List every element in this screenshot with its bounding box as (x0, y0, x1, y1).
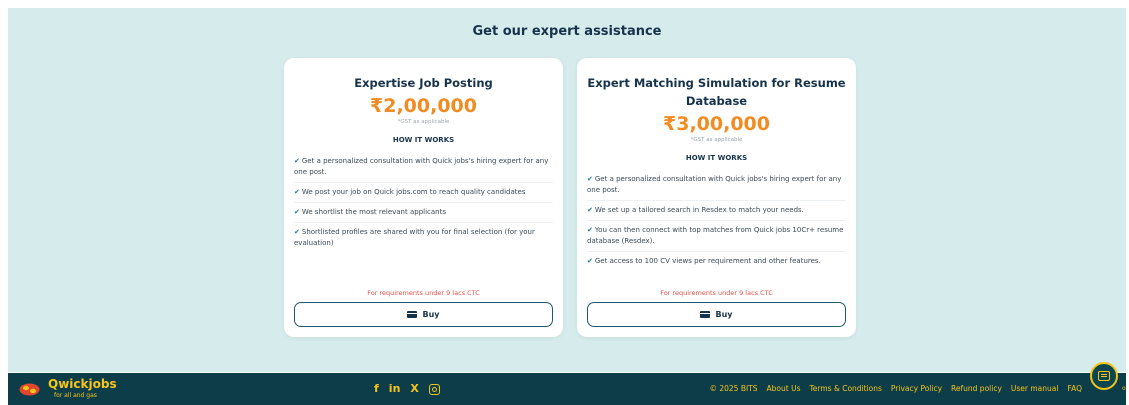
facebook-icon[interactable]: f (374, 382, 379, 396)
requirement-note: For requirements under 9 lacs CTC (367, 289, 480, 297)
instagram-icon[interactable] (428, 383, 440, 395)
buy-label: Buy (422, 310, 440, 319)
plan-card-job-posting: Expertise Job Posting ₹2,00,000 *GST as … (284, 58, 563, 337)
feature-item: ✔ Get a personalized consultation with Qu… (587, 170, 846, 201)
plan-card-resume-database: Expert Matching Simulation for Resume Da… (577, 58, 856, 337)
footer-link-terms[interactable]: Terms & Conditions (810, 384, 882, 393)
footer-link-about[interactable]: About Us (767, 384, 801, 393)
section-title: Get our expert assistance (472, 24, 662, 39)
card-title: Expert Matching Simulation for Resume Da… (587, 76, 846, 108)
credit-card-icon (407, 311, 418, 318)
qwickjobs-logo-icon[interactable] (19, 383, 40, 396)
footer-links: © 2025 BITS About Us Terms & Conditions … (709, 384, 1082, 393)
card-price: ₹3,00,000 (663, 113, 770, 135)
feature-item: ✔ Get a personalized consultation with Qu… (294, 152, 553, 183)
feature-item: ✔ You can then connect with top matches f… (587, 221, 846, 252)
feature-item: ✔ We post your job on Quick jobs.com to r… (294, 183, 553, 203)
check-icon: ✔ (587, 257, 593, 265)
buy-button[interactable]: Buy (294, 302, 553, 327)
footer-link-overflow: o (1122, 385, 1126, 392)
requirement-note: For requirements under 9 lacs CTC (660, 289, 773, 297)
brand-tagline: for all and gas (54, 392, 97, 399)
footer-link-refund[interactable]: Refund policy (951, 384, 1002, 393)
check-icon: ✔ (294, 228, 300, 236)
card-title: Expertise Job Posting (354, 76, 493, 90)
feature-item: ✔ Get access to 100 CV views per requirem… (587, 257, 821, 265)
credit-card-icon (700, 311, 711, 318)
x-icon[interactable]: X (410, 382, 418, 396)
chat-button[interactable] (1090, 362, 1118, 390)
footer-link-user-manual[interactable]: User manual (1011, 384, 1059, 393)
feature-item: ✔ We set up a tailored search in Resdex t… (587, 201, 846, 221)
check-icon: ✔ (294, 208, 300, 216)
feature-item: ✔ We shortlist the most relevant applican… (294, 203, 553, 223)
expert-assistance-section: Get our expert assistance Expertise Job … (8, 8, 1126, 372)
gst-note: *GST as applicable (397, 119, 450, 125)
linkedin-icon[interactable]: in (389, 382, 401, 396)
social-links: f in X (374, 382, 440, 396)
buy-label: Buy (715, 310, 733, 319)
check-icon: ✔ (587, 175, 593, 183)
footer-link-privacy[interactable]: Privacy Policy (891, 384, 942, 393)
site-footer: Qwickjobs for all and gas f in X © 2025 … (8, 373, 1126, 405)
feature-list: ✔ Get a personalized consultation with Qu… (587, 170, 846, 271)
check-icon: ✔ (587, 206, 593, 214)
footer-link-faq[interactable]: FAQ (1067, 384, 1082, 393)
how-it-works-heading: HOW IT WORKS (685, 154, 748, 162)
feature-item: ✔ Shortlisted profiles are shared with yo… (294, 228, 535, 247)
feature-list: ✔ Get a personalized consultation with Qu… (294, 152, 553, 253)
gst-note: *GST as applicable (690, 137, 743, 143)
copyright-text: © 2025 BITS (709, 384, 758, 393)
check-icon: ✔ (294, 188, 300, 196)
brand-name[interactable]: Qwickjobs (48, 378, 117, 391)
chat-icon (1098, 371, 1110, 381)
check-icon: ✔ (587, 226, 593, 234)
card-price: ₹2,00,000 (370, 95, 477, 117)
check-icon: ✔ (294, 157, 300, 165)
buy-button[interactable]: Buy (587, 302, 846, 327)
how-it-works-heading: HOW IT WORKS (392, 136, 455, 144)
